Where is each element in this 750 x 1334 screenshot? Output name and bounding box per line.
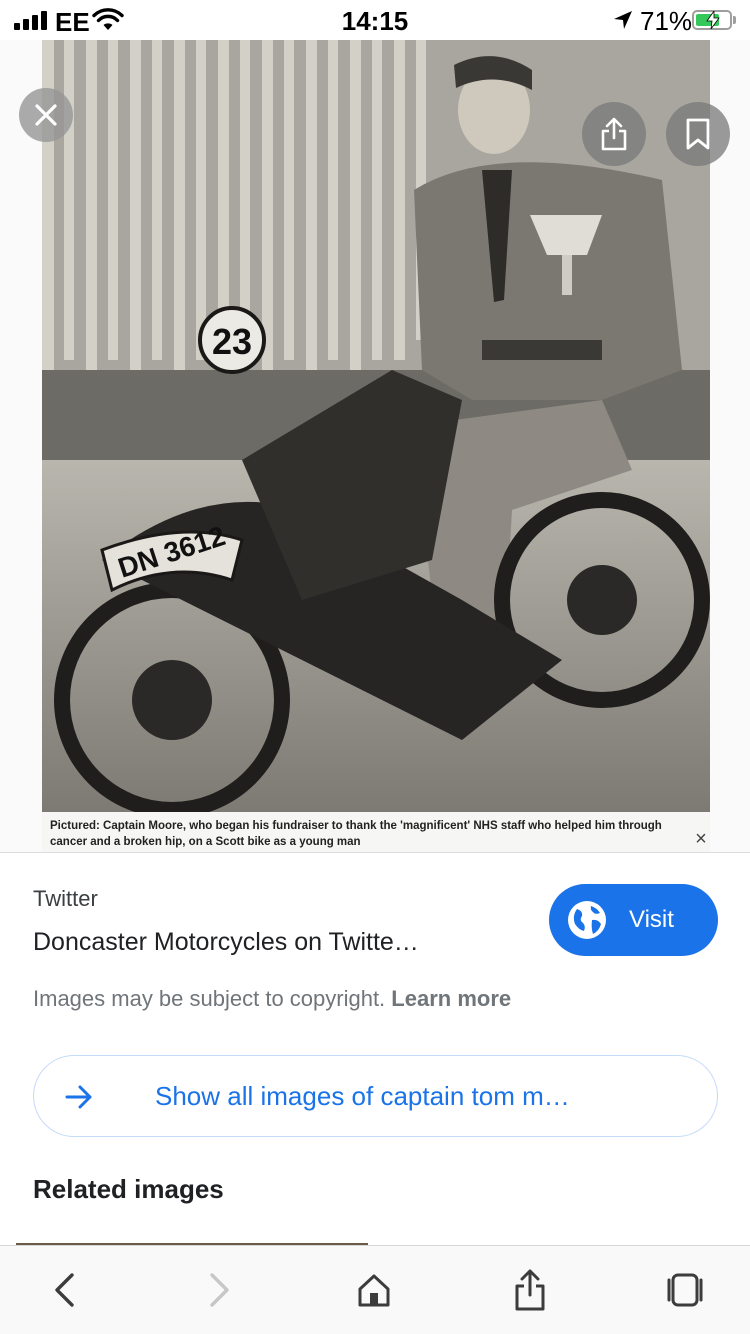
chevron-left-icon: [55, 1273, 74, 1307]
chevron-right-icon: [210, 1273, 229, 1307]
battery-tip: [733, 16, 736, 24]
result-source: Twitter: [33, 886, 98, 911]
bookmark-button[interactable]: [666, 102, 730, 166]
caption-band: Pictured: Captain Moore, who began his f…: [42, 812, 710, 852]
bookmark-icon: [686, 118, 710, 150]
photo-caption: Pictured: Captain Moore, who began his f…: [50, 820, 662, 848]
copyright-text: Images may be subject to copyright.: [33, 986, 386, 1011]
forward-button[interactable]: [198, 1268, 242, 1312]
divider: [0, 852, 750, 853]
close-icon: [35, 104, 57, 126]
copyright-notice: Images may be subject to copyright. Lear…: [33, 986, 511, 1012]
tabs-icon: [667, 1273, 703, 1307]
battery-percent: 71%: [640, 6, 693, 36]
status-bar: EE 14:15 71%: [0, 0, 750, 40]
charging-bolt-icon: [706, 11, 720, 29]
photo-number-plate: 23: [212, 321, 252, 362]
image-viewer: 23 DN 3612 Pictured: Captain Moore, who …: [0, 40, 750, 852]
arrow-right-icon: [65, 1085, 92, 1109]
home-icon: [358, 1274, 390, 1307]
show-all-images-button[interactable]: Show all images of captain tom m…: [33, 1055, 718, 1137]
close-button[interactable]: [19, 88, 73, 142]
learn-more-link[interactable]: Learn more: [391, 986, 511, 1011]
location-arrow-icon: [614, 11, 632, 29]
toolbar-share-button[interactable]: [508, 1268, 552, 1312]
visit-button[interactable]: Visit: [549, 884, 718, 956]
share-button[interactable]: [582, 102, 646, 166]
clock: 14:15: [341, 6, 409, 36]
show-all-label: Show all images of captain tom m…: [155, 1081, 570, 1111]
caption-close-button[interactable]: ×: [688, 826, 714, 852]
share-icon: [515, 1269, 545, 1311]
battery-icon: [692, 10, 732, 30]
tabs-button[interactable]: [663, 1268, 707, 1312]
share-icon: [601, 117, 627, 151]
result-title[interactable]: Doncaster Motorcycles on Twitte…: [33, 928, 419, 957]
back-button[interactable]: [42, 1268, 86, 1312]
bottom-toolbar: [0, 1245, 750, 1334]
globe-icon: [568, 901, 606, 939]
related-images-heading: Related images: [33, 1174, 224, 1204]
visit-label: Visit: [629, 906, 674, 933]
home-button[interactable]: [352, 1268, 396, 1312]
